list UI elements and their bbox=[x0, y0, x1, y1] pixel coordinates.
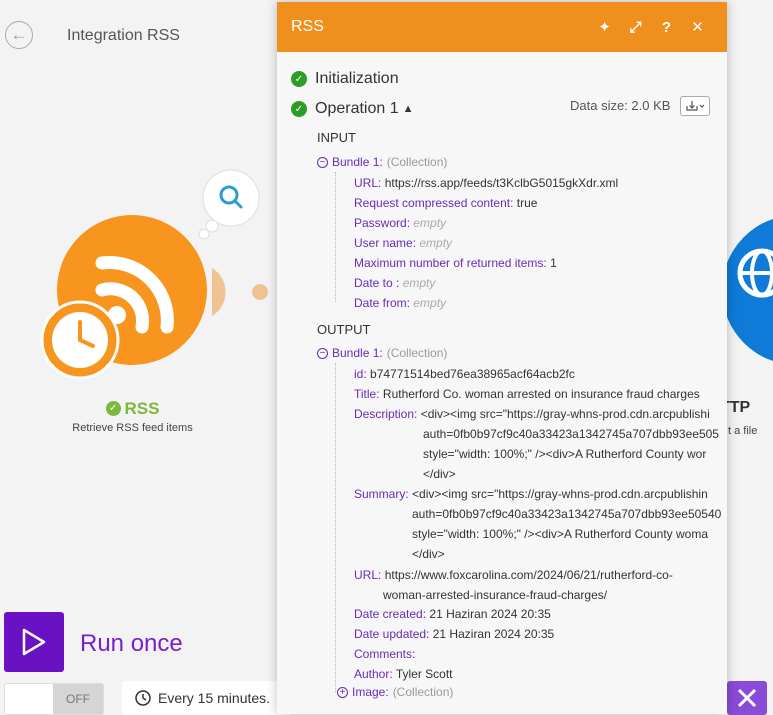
clock-icon bbox=[40, 300, 120, 380]
output-field-description: Description: <div><img src="https://gray… bbox=[354, 407, 710, 421]
run-once-button[interactable] bbox=[4, 612, 64, 672]
scheduling-toggle[interactable]: OFF bbox=[4, 683, 104, 715]
input-field-max-items: Maximum number of returned items: 1 bbox=[354, 256, 557, 270]
description-line-2: auth=0fb0b97cf9c40a33423a1342745a707dbb9… bbox=[423, 427, 719, 441]
output-field-url: URL: https://www.foxcarolina.com/2024/06… bbox=[354, 568, 673, 582]
input-field-date-from: Date from: empty bbox=[354, 296, 447, 310]
expand-plus-icon: + bbox=[337, 686, 348, 698]
description-line-3: style="width: 100%;" /><div>A Rutherford… bbox=[423, 447, 707, 461]
output-section-title: OUTPUT bbox=[317, 322, 371, 337]
output-bundle-toggle[interactable]: − Bundle 1: (Collection) bbox=[317, 346, 447, 360]
back-button[interactable]: ← bbox=[5, 21, 33, 49]
output-tree-line bbox=[335, 363, 336, 693]
input-section-title: INPUT bbox=[317, 130, 356, 145]
input-field-username: User name: empty bbox=[354, 236, 453, 250]
url-line-2: woman-arrested-insurance-fraud-charges/ bbox=[383, 588, 608, 602]
output-field-date-created: Date created: 21 Haziran 2024 20:35 bbox=[354, 607, 551, 621]
panel-title: RSS bbox=[291, 18, 324, 35]
input-field-url: URL: https://rss.app/feeds/t3KclbG5015gk… bbox=[354, 176, 619, 190]
rss-module-name: RSS bbox=[124, 398, 160, 418]
success-check-icon: ✓ bbox=[105, 401, 121, 416]
connector-dots bbox=[212, 268, 268, 316]
summary-line-3: style="width: 100%;" /><div>A Rutherford… bbox=[412, 527, 709, 541]
input-bundle-toggle[interactable]: − Bundle 1: (Collection) bbox=[317, 155, 447, 169]
input-field-password: Password: empty bbox=[354, 216, 447, 230]
arrow-left-icon: ← bbox=[10, 25, 28, 44]
operation-row[interactable]: ✓ Operation 1 ▲ bbox=[291, 100, 414, 118]
help-icon[interactable]: ? bbox=[651, 19, 682, 36]
success-check-icon: ✓ bbox=[291, 71, 307, 87]
output-field-author: Author: Tyler Scott bbox=[354, 667, 453, 681]
output-field-image[interactable]: + Image: (Collection) bbox=[337, 685, 453, 699]
initialization-row[interactable]: ✓ Initialization bbox=[291, 70, 399, 88]
input-bundle-label: Bundle 1: bbox=[332, 155, 383, 169]
operation-label: Operation 1 bbox=[315, 100, 399, 117]
output-field-date-updated: Date updated: 21 Haziran 2024 20:35 bbox=[354, 627, 555, 641]
input-field-compressed: Request compressed content: true bbox=[354, 196, 538, 210]
run-once-label[interactable]: Run once bbox=[80, 630, 183, 658]
clock-icon bbox=[135, 690, 151, 706]
sparkle-icon[interactable]: ✦ bbox=[589, 18, 620, 36]
toggle-knob bbox=[5, 684, 53, 714]
module-output-panel: RSS ✦ ⤢ ? ✕ ✓ Initialization ✓ Operation… bbox=[277, 2, 727, 714]
output-field-id: id: b74771514bed76ea38965acf64acb2fc bbox=[354, 367, 575, 381]
rss-module-label: ✓ RSS Retrieve RSS feed items bbox=[60, 398, 205, 434]
data-size: Data size: 2.0 KB bbox=[570, 98, 671, 113]
http-module[interactable] bbox=[722, 215, 773, 375]
expand-icon[interactable]: ⤢ bbox=[620, 19, 651, 36]
play-icon bbox=[22, 628, 46, 656]
schedule-setting[interactable]: Every 15 minutes. bbox=[122, 681, 292, 715]
download-button[interactable] bbox=[680, 96, 710, 116]
output-bundle-type: (Collection) bbox=[386, 346, 448, 360]
output-field-summary: Summary: <div><img src="https://gray-whn… bbox=[354, 487, 708, 501]
output-field-comments: Comments: bbox=[354, 647, 416, 661]
input-field-date-to: Date to : empty bbox=[354, 276, 436, 290]
collapse-icon: − bbox=[317, 347, 328, 359]
tools-button[interactable] bbox=[727, 681, 767, 715]
panel-header: RSS ✦ ⤢ ? ✕ bbox=[277, 2, 727, 52]
rss-module-subtitle: Retrieve RSS feed items bbox=[72, 421, 193, 434]
input-bundle-type: (Collection) bbox=[386, 155, 448, 169]
description-line-4: </div> bbox=[423, 467, 456, 481]
caret-up-icon: ▲ bbox=[402, 103, 414, 115]
output-bundle-label: Bundle 1: bbox=[332, 346, 383, 360]
summary-line-2: auth=0fb0b97cf9c40a33423a1342745a707dbb9… bbox=[412, 507, 722, 521]
toggle-state: OFF bbox=[53, 684, 103, 714]
initialization-label: Initialization bbox=[315, 70, 399, 87]
http-module-subtitle: t a file bbox=[728, 425, 758, 437]
close-icon[interactable]: ✕ bbox=[682, 18, 713, 36]
schedule-text: Every 15 minutes. bbox=[158, 690, 271, 706]
input-tree-line bbox=[335, 172, 336, 302]
collapse-icon: − bbox=[317, 156, 328, 168]
download-icon bbox=[686, 101, 705, 111]
tools-icon bbox=[737, 688, 757, 708]
summary-line-4: </div> bbox=[412, 547, 445, 561]
output-field-title: Title: Rutherford Co. woman arrested on … bbox=[354, 387, 700, 401]
success-check-icon: ✓ bbox=[291, 101, 307, 117]
scenario-title: Integration RSS bbox=[67, 27, 180, 44]
search-bubble-icon[interactable] bbox=[196, 168, 266, 248]
